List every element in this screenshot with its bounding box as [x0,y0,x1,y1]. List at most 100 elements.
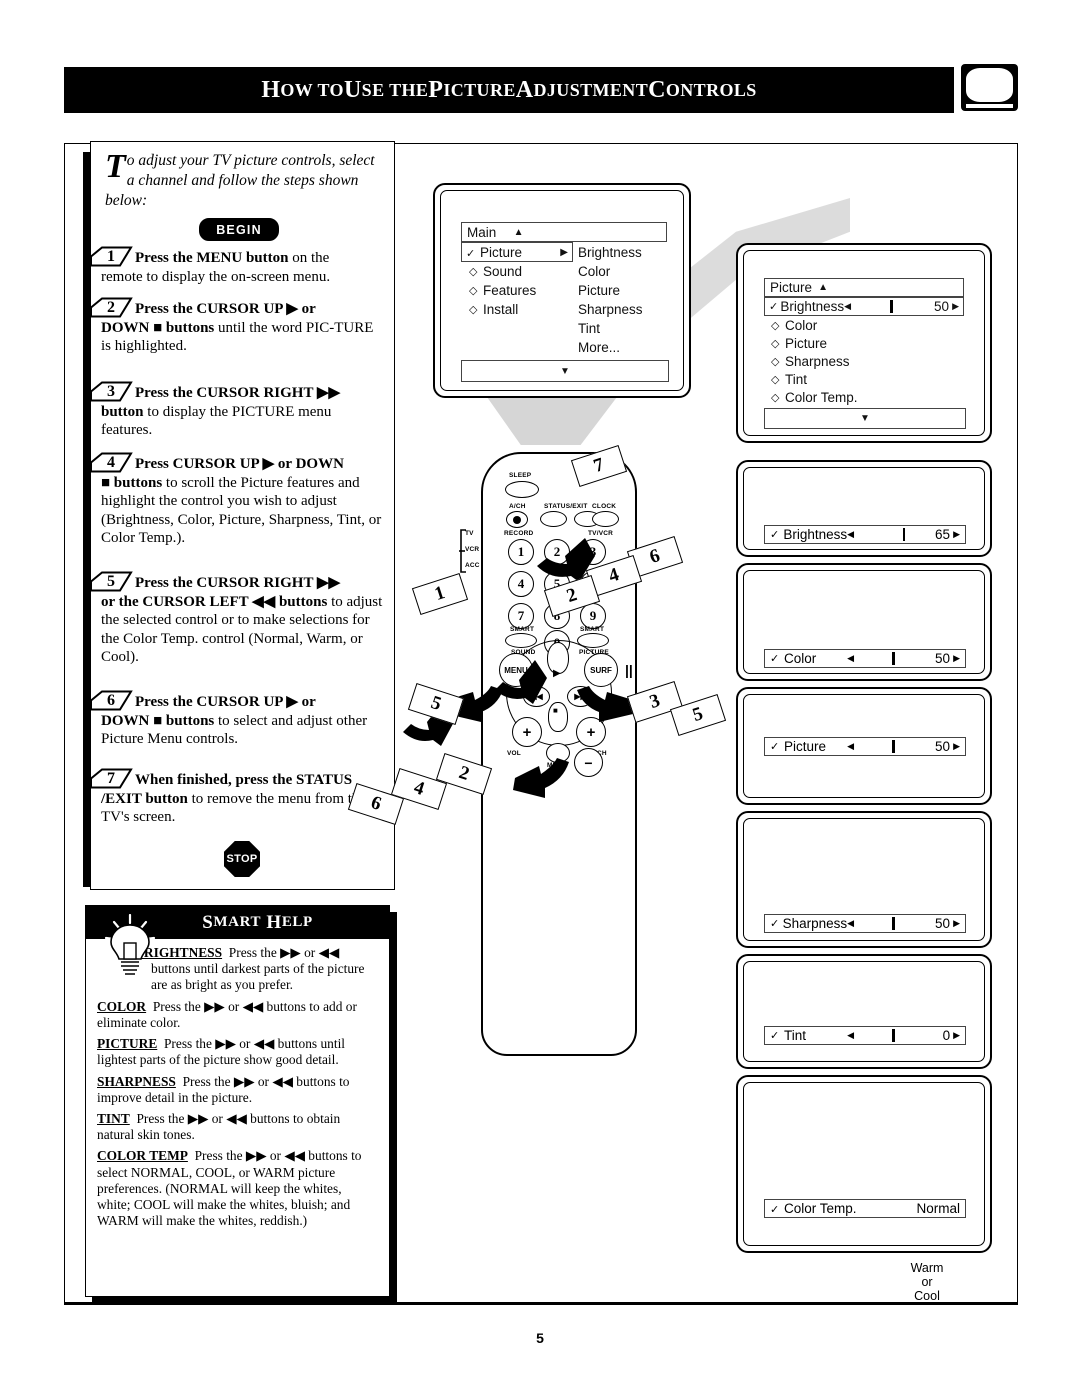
picture-menu-item-tint-label: Tint [785,371,808,387]
remote-key-3[interactable]: 3 [580,539,606,565]
remote-label-ach: A/CH [509,503,526,510]
intro-dropcap: T [105,148,126,185]
remote-button-menu[interactable]: MENU [499,653,533,687]
remote-button-surf[interactable]: SURF [584,653,618,687]
color-row[interactable]: ✓ Color ◀ 50 ▶ [764,649,966,668]
remote-button-channel-down[interactable]: − [574,748,603,777]
step-3-arrow: ▶▶ [313,385,341,401]
picture-menu-item-sharpness-label: Sharpness [785,353,850,369]
submenu-item-color[interactable]: Color [578,262,673,281]
remote-control-illustration: SLEEP A/CH STATUS/EXIT CLOCK RECORD TV/V… [347,440,727,1070]
remote-button-cursor-left[interactable]: ◀◀ [523,686,550,707]
step-4: 4 Press CURSOR UP ▶ or DOWN ■ buttons to… [90,452,386,548]
submenu-item-more[interactable]: More... [578,338,673,357]
remote-label-vol: VOL [507,750,521,757]
check-icon: ✓ [466,247,476,260]
main-menu-submenu: Brightness Color Picture Sharpness Tint … [578,243,673,357]
smart-help-entry-color: COLOR Press the ▶▶ or ◀◀ buttons to add … [97,999,378,1031]
submenu-item-picture[interactable]: Picture [578,281,673,300]
step-1-lead: on the [288,250,330,266]
colortemp-options-note: Warm or Cool [892,1261,962,1303]
remote-button-sleep[interactable] [505,481,539,498]
main-menu-item-picture[interactable]: ✓ Picture ▶ [461,242,573,262]
sharpness-slider-control[interactable]: ◀ 50 ▶ [847,916,960,931]
picture-menu-item-tint[interactable]: ◇ Tint [764,370,964,388]
smart-help-body: BRIGHTNESS Press the ▶▶ or ◀◀ buttons un… [86,939,389,1243]
diamond-icon: ◇ [469,266,478,278]
picture-row-value: 50 [935,739,951,754]
brightness-slider-control[interactable]: ◀ 65 ▶ [847,527,960,542]
remote-button-ach[interactable] [506,511,528,528]
sharpness-row-label: Sharpness [782,916,848,931]
sharpness-row-value: 50 [935,916,951,931]
picture-menu-item-picture-label: Picture [785,335,828,351]
sh-text-tint: Press the ▶▶ or ◀◀ buttons to obtain nat… [97,1110,341,1143]
begin-badge: BEGIN [199,218,279,241]
remote-label-sleep: SLEEP [509,472,532,479]
check-icon: ✓ [769,301,779,313]
step-1-text: remote to display the on-screen menu. [101,268,331,285]
remote-button-mute[interactable] [546,743,570,763]
sh-term-tint: TINT [97,1110,130,1126]
remote-button-channel-up[interactable]: + [576,717,606,747]
remote-button-cursor-right[interactable]: ▶▶ [567,686,594,707]
remote-button-status-exit[interactable] [540,511,567,527]
step-2-bold: Press the CURSOR UP [135,301,283,317]
submenu-item-tint[interactable]: Tint [578,319,673,338]
step-number-6: 6 [89,690,133,711]
remote-key-2[interactable]: 2 [544,539,570,565]
remote-key-1[interactable]: 1 [508,539,534,565]
step-4-bold: Press CURSOR UP [135,456,259,472]
smart-help-entry-sharpness: SHARPNESS Press the ▶▶ or ◀◀ buttons to … [97,1074,378,1106]
brightness-row[interactable]: ✓ Brightness ◀ 65 ▶ [764,525,966,544]
diamond-icon: ◇ [771,373,780,386]
chevron-right-icon: ▶ [560,246,568,258]
main-menu-osd: Main ▲ ✓ Picture ▶ ◇ Sound ◇ Features ◇ I… [461,222,669,382]
cursor-down-square-icon: ■ [553,706,558,715]
picture-menu-selected-label: Brightness [780,299,845,314]
color-slider-control[interactable]: ◀ 50 ▶ [847,651,960,666]
picture-slider-control[interactable]: ◀ 50 ▶ [847,739,960,754]
picture-menu-footer[interactable]: ▼ [764,408,966,429]
brightness-adjust-screen: ✓ Brightness ◀ 65 ▶ [736,460,992,557]
step-6-bold: Press the CURSOR UP [135,694,283,710]
arrow-left-icon: ◀ [847,1030,855,1040]
picture-menu-item-brightness[interactable]: ✓ Brightness ◀ 50 ▶ [764,297,964,316]
submenu-item-sharpness[interactable]: Sharpness [578,300,673,319]
sh-term-picture: PICTURE [97,1036,158,1052]
picture-menu-item-picture[interactable]: ◇ Picture [764,334,964,352]
sharpness-row[interactable]: ✓ Sharpness ◀ 50 ▶ [764,914,966,933]
colortemp-row[interactable]: ✓ Color Temp. Normal [764,1199,966,1218]
step-7: 7 When finished, press the STATUS /EXIT … [90,768,386,827]
colortemp-option-cool: Cool [914,1289,940,1303]
picture-menu-item-sharpness[interactable]: ◇ Sharpness [764,352,964,370]
diamond-icon: ◇ [771,355,780,368]
main-menu-footer[interactable]: ▼ [461,360,669,382]
arrow-left-icon: ◀ [847,529,855,539]
step-6-bold2: DOWN ■ buttons [101,712,215,729]
page-title: H OW TO U SE THE P ICTURE A DJUSTMENT C ONTRO… [261,76,757,103]
step-number-2: 2 [89,297,133,318]
sh-term-color: COLOR [97,998,147,1014]
tint-slider-control[interactable]: ◀ 0 ▶ [847,1028,960,1043]
remote-button-clock[interactable] [592,511,619,527]
picture-row[interactable]: ✓ Picture ◀ 50 ▶ [764,737,966,756]
picture-menu-item-colortemp-label: Color Temp. [785,389,858,405]
remote-button-cursor-down[interactable] [548,702,568,732]
brightness-slider[interactable]: ◀ 50 ▶ [844,299,959,314]
remote-button-volume-up[interactable]: + [512,717,542,747]
picture-menu-item-color[interactable]: ◇ Color [764,316,964,334]
colortemp-option-or: or [921,1275,933,1289]
page-number: 5 [536,1330,544,1346]
step-number-1: 1 [89,246,133,267]
arrow-right-icon: ▶ [953,529,960,539]
remote-key-4[interactable]: 4 [508,571,534,597]
step-number-7: 7 [89,768,133,789]
tint-row[interactable]: ✓ Tint ◀ 0 ▶ [764,1026,966,1045]
submenu-item-brightness[interactable]: Brightness [578,243,673,262]
brightness-row-label: Brightness [783,527,848,542]
step-3-bold: Press the CURSOR RIGHT [135,385,314,401]
step-6: 6 Press the CURSOR UP ▶ or DOWN ■ button… [90,690,386,749]
picture-menu-item-colortemp[interactable]: ◇ Color Temp. [764,388,964,406]
smart-help-entry-colortemp: COLOR TEMP Press the ▶▶ or ◀◀ buttons to… [97,1148,378,1229]
